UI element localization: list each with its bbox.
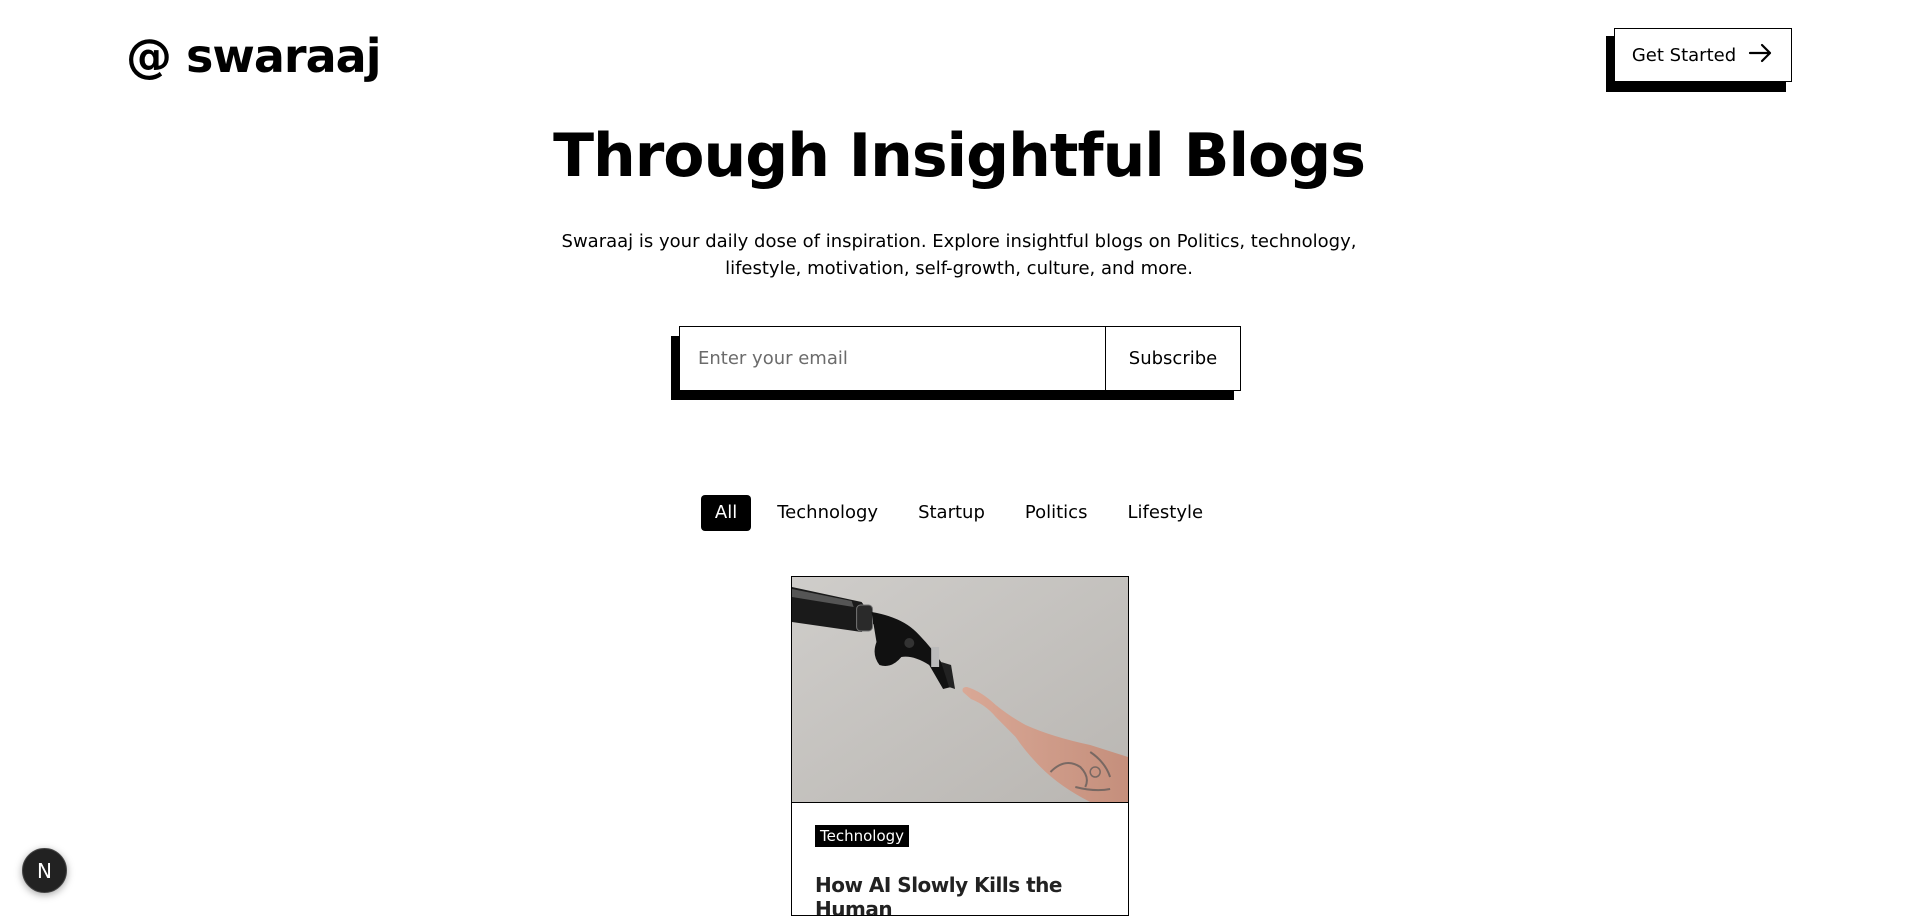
hero-description: Swaraaj is your daily dose of inspiratio…	[561, 231, 1357, 279]
email-input[interactable]	[680, 327, 1105, 390]
subscribe-form-wrapper: Subscribe	[671, 326, 1241, 400]
logo[interactable]: @ swaraaj	[126, 28, 381, 84]
category-filter-bar: All Technology Startup Politics Lifestyl…	[0, 495, 1918, 531]
subscribe-form: Subscribe	[679, 326, 1241, 391]
nextjs-letter: N	[37, 858, 52, 883]
filter-lifestyle[interactable]: Lifestyle	[1113, 495, 1217, 531]
blog-card[interactable]: Technology How AI Slowly Kills the Human	[791, 576, 1129, 916]
subscribe-button[interactable]: Subscribe	[1105, 327, 1240, 390]
filter-all[interactable]: All	[700, 495, 752, 531]
page-title: Through Insightful Blogs	[553, 121, 1366, 191]
arrow-right-icon	[1748, 43, 1774, 68]
get-started-button[interactable]: Get Started	[1614, 28, 1792, 82]
filter-startup[interactable]: Startup	[904, 495, 999, 531]
category-badge: Technology	[815, 825, 910, 847]
get-started-wrapper: Get Started	[1606, 28, 1792, 92]
filter-politics[interactable]: Politics	[1011, 495, 1102, 531]
get-started-label: Get Started	[1631, 44, 1737, 66]
filter-technology[interactable]: Technology	[763, 495, 892, 531]
nextjs-icon[interactable]: N	[22, 848, 67, 893]
robot-hand-touching-human-hand-image	[792, 577, 1128, 803]
